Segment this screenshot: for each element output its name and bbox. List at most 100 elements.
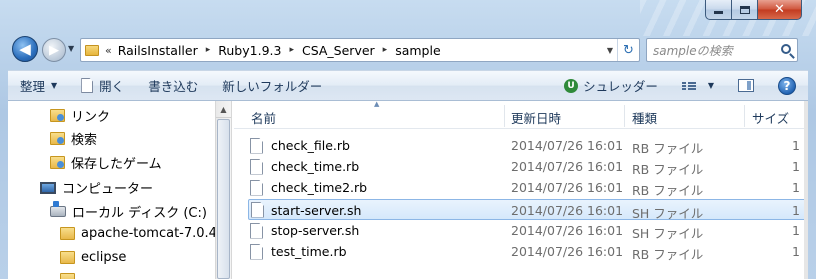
file-icon — [250, 179, 263, 196]
column-header-date[interactable]: 更新日時 — [511, 107, 561, 127]
close-button[interactable]: ✕ — [758, 0, 802, 20]
file-icon — [250, 137, 263, 154]
address-bar[interactable]: « RailsInstaller ▸ Ruby1.9.3 ▸ CSA_Serve… — [80, 38, 640, 62]
address-dropdown[interactable]: ▼ — [607, 46, 613, 55]
file-name: check_time.rb — [271, 159, 360, 174]
file-date: 2014/07/26 16:01 — [511, 159, 624, 174]
column-header-size[interactable]: サイズ — [752, 107, 789, 127]
scrollbar-thumb[interactable] — [217, 119, 230, 279]
file-date: 2014/07/26 16:01 — [511, 138, 624, 153]
column-header-name[interactable]: 名前 — [251, 107, 276, 127]
help-icon: ? — [778, 76, 796, 95]
preview-pane-button[interactable] — [726, 71, 766, 100]
file-list-scrollbar[interactable] — [804, 101, 808, 279]
refresh-button[interactable]: ↻ — [617, 39, 639, 61]
file-type: SH ファイル — [632, 226, 704, 241]
back-button[interactable]: ◀ — [12, 36, 38, 62]
burn-label: 書き込む — [148, 79, 199, 94]
search-icon[interactable] — [781, 44, 791, 54]
shredder-label: シュレッダー — [583, 79, 658, 94]
folder-icon — [60, 273, 75, 279]
file-name: test_time.rb — [271, 244, 347, 259]
sidebar-item-label: 保存したゲーム — [71, 157, 162, 172]
recent-pages-dropdown[interactable]: ▼ — [68, 44, 74, 53]
forward-arrow-icon: ▶ — [49, 42, 59, 58]
file-row-selected[interactable]: start-server.sh 2014/07/26 16:01 SH ファイル… — [248, 199, 808, 221]
file-row[interactable]: stop-server.sh 2014/07/26 16:01 SH ファイル … — [248, 220, 808, 241]
burn-button[interactable]: 書き込む — [136, 71, 210, 100]
search-placeholder: sampleの検索 — [653, 43, 733, 58]
minimize-button[interactable] — [705, 0, 732, 20]
sidebar-item-apache-tomcat[interactable]: apache-tomcat-7.0.47 — [60, 226, 225, 241]
help-button[interactable]: ? — [766, 71, 808, 100]
file-icon — [250, 243, 263, 260]
saved-games-folder-icon — [50, 156, 65, 169]
column-header-type[interactable]: 種類 — [632, 107, 657, 127]
file-size: 1 — [792, 223, 800, 238]
command-bar-right: U シュレッダー ▼ ? — [552, 71, 808, 100]
new-folder-label: 新しいフォルダー — [222, 79, 323, 94]
file-date: 2014/07/26 16:01 — [511, 244, 624, 259]
breadcrumb-ruby[interactable]: Ruby1.9.3 — [218, 43, 281, 58]
column-divider[interactable] — [624, 105, 625, 127]
file-size: 1 — [792, 180, 800, 195]
breadcrumb-separator[interactable]: ▸ — [383, 45, 388, 55]
folder-icon — [60, 251, 75, 264]
scroll-up-icon[interactable]: ▲ — [216, 101, 231, 118]
search-input[interactable]: sampleの検索 — [646, 38, 798, 62]
file-name: check_file.rb — [271, 138, 350, 153]
change-view-button[interactable]: ▼ — [670, 71, 726, 100]
file-row[interactable]: check_time.rb 2014/07/26 16:01 RB ファイル 1 — [248, 156, 808, 177]
drive-icon — [50, 201, 66, 217]
back-arrow-icon: ◀ — [19, 40, 31, 58]
open-button[interactable]: 開く — [69, 71, 136, 100]
sidebar-item-links[interactable]: リンク — [50, 106, 110, 125]
command-bar: 整理 ▼ 開く 書き込む 新しいフォルダー U シュレッダー ▼ ? — [8, 70, 808, 101]
shredder-icon: U — [564, 78, 579, 93]
navigation-scrollbar[interactable]: ▲ — [215, 101, 232, 279]
file-row[interactable]: test_time.rb 2014/07/26 16:01 RB ファイル 1 — [248, 241, 808, 262]
file-type: RB ファイル — [632, 162, 704, 177]
file-icon — [250, 158, 263, 175]
maximize-button[interactable] — [732, 0, 758, 20]
chevron-down-icon: ▼ — [707, 81, 714, 90]
file-row[interactable]: check_file.rb 2014/07/26 16:01 RB ファイル 1 — [248, 135, 808, 156]
file-name: start-server.sh — [271, 203, 362, 218]
shredder-button[interactable]: U シュレッダー — [552, 71, 670, 100]
links-folder-icon — [50, 109, 65, 122]
breadcrumb-separator[interactable]: ▸ — [289, 45, 294, 55]
forward-button[interactable]: ▶ — [42, 38, 66, 62]
file-row[interactable]: check_time2.rb 2014/07/26 16:01 RB ファイル … — [248, 177, 808, 198]
breadcrumb-sample[interactable]: sample — [395, 43, 440, 58]
file-name: stop-server.sh — [271, 223, 360, 238]
sidebar-item-partial[interactable] — [60, 273, 75, 279]
file-size: 1 — [792, 138, 800, 153]
folder-icon — [60, 227, 75, 240]
breadcrumb-overflow[interactable]: « — [105, 44, 112, 57]
file-size: 1 — [792, 159, 800, 174]
sidebar-item-local-disk[interactable]: ローカル ディスク (C:) — [50, 201, 207, 221]
breadcrumb-separator[interactable]: ▸ — [206, 45, 211, 55]
sidebar-item-label: リンク — [71, 110, 111, 125]
organize-button[interactable]: 整理 ▼ — [8, 71, 69, 100]
sort-ascending-icon: ▲ — [374, 100, 380, 108]
sidebar-item-eclipse[interactable]: eclipse — [60, 250, 126, 265]
close-icon: ✕ — [774, 2, 785, 17]
breadcrumb-csa-server[interactable]: CSA_Server — [302, 43, 375, 58]
sidebar-item-saved-games[interactable]: 保存したゲーム — [50, 153, 162, 172]
column-header-row: ▲ 名前 更新日時 種類 サイズ — [234, 100, 808, 129]
document-icon — [81, 78, 94, 93]
file-type: RB ファイル — [632, 183, 704, 198]
sidebar-item-label: apache-tomcat-7.0.47 — [81, 226, 226, 241]
content-area: リンク 検索 保存したゲーム コンピューター ローカル ディスク (C:) ap… — [8, 100, 808, 279]
file-icon — [251, 201, 264, 218]
column-divider[interactable] — [744, 105, 745, 127]
new-folder-button[interactable]: 新しいフォルダー — [210, 71, 334, 100]
file-type: RB ファイル — [632, 247, 704, 262]
column-divider[interactable] — [504, 105, 505, 127]
sidebar-item-computer[interactable]: コンピューター — [40, 178, 153, 197]
navigation-bar: ◀ ▶ ▼ « RailsInstaller ▸ Ruby1.9.3 ▸ CSA… — [0, 36, 816, 64]
breadcrumb-railsinstaller[interactable]: RailsInstaller — [118, 43, 198, 58]
sidebar-item-search[interactable]: 検索 — [50, 129, 97, 148]
search-folder-icon — [50, 132, 65, 145]
